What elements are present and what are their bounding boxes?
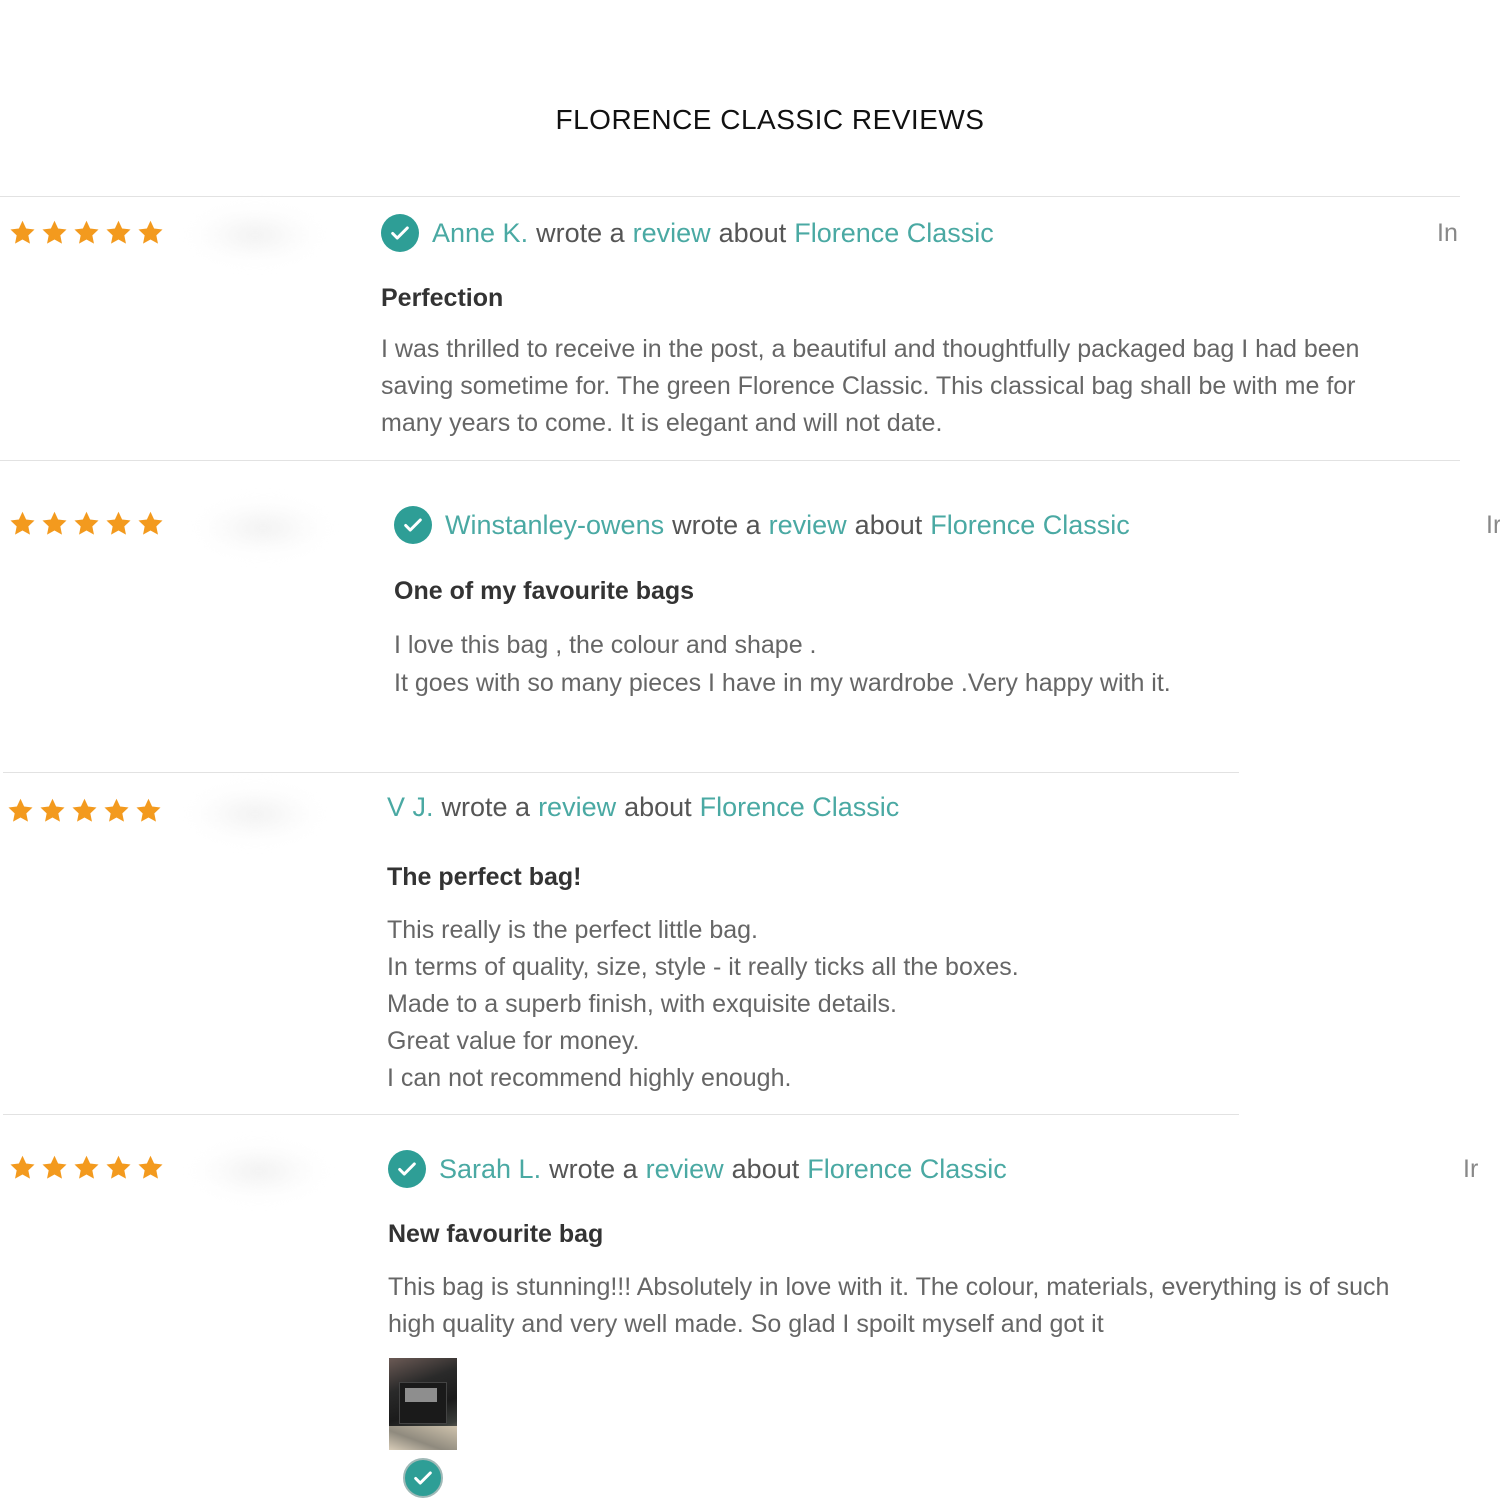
star-icon [138, 220, 163, 244]
review-body-line: saving sometime for. The green Florence … [381, 372, 1356, 400]
review-body-line: I love this bag , the colour and shape . [394, 631, 817, 659]
review-body-line: many years to come. It is elegant and wi… [381, 409, 943, 437]
star-icon [104, 798, 129, 822]
review-title: Perfection [381, 284, 504, 312]
page-title: FLORENCE CLASSIC REVIEWS [555, 104, 985, 135]
review-body: This really is the perfect little bag. I… [387, 912, 1019, 1097]
star-icon [10, 220, 35, 244]
review-body: I was thrilled to receive in the post, a… [381, 331, 1359, 442]
author-link[interactable]: Sarah L. [439, 1154, 541, 1185]
star-rating [8, 219, 165, 247]
star-icon [42, 220, 67, 244]
review-body-line: This bag is stunning!!! Absolutely in lo… [388, 1273, 1390, 1301]
star-icon [106, 511, 131, 535]
review-body-line: Made to a superb finish, with exquisite … [387, 990, 897, 1018]
star-icon [138, 1155, 163, 1179]
review-body-line: This really is the perfect little bag. [387, 916, 758, 944]
star-icon [106, 1155, 131, 1179]
review-header: V J. wrote a review about Florence Class… [387, 792, 899, 823]
star-icon [74, 1155, 99, 1179]
author-link[interactable]: V J. [387, 792, 434, 823]
about-text: about [624, 792, 692, 822]
star-icon [8, 798, 33, 822]
about-text: about [718, 217, 787, 248]
star-icon [74, 511, 99, 535]
product-link[interactable]: Florence Classic [700, 792, 900, 823]
review-body-line: I was thrilled to receive in the post, a… [381, 335, 1360, 363]
review-body-line: high quality and very well made. So glad… [388, 1310, 1104, 1338]
review-link[interactable]: review [538, 792, 616, 823]
verified-check-icon [381, 214, 419, 252]
blurred-avatar [194, 1143, 324, 1199]
product-link[interactable]: Florence Classic [930, 510, 1130, 541]
about-text: about [731, 1153, 800, 1184]
blurred-avatar [190, 207, 320, 263]
product-link[interactable]: Florence Classic [794, 218, 994, 249]
product-link[interactable]: Florence Classic [807, 1154, 1007, 1185]
review-title: New favourite bag [388, 1220, 604, 1248]
review-body-line: I can not recommend highly enough. [387, 1064, 792, 1092]
verified-check-icon [394, 506, 432, 544]
star-icon [138, 511, 163, 535]
review-title: The perfect bag! [387, 863, 582, 891]
star-icon [74, 220, 99, 244]
review-link[interactable]: review [769, 510, 847, 541]
photo-verified-check-icon [403, 1458, 443, 1498]
star-icon [42, 511, 67, 535]
review-body-line: It goes with so many pieces I have in my… [394, 669, 1171, 697]
review-body: I love this bag , the colour and shape .… [394, 626, 1171, 702]
star-rating [8, 510, 165, 538]
review-title: One of my favourite bags [394, 577, 695, 605]
author-link[interactable]: Winstanley-owens [445, 510, 664, 541]
blurred-avatar [198, 500, 328, 556]
star-icon [10, 1155, 35, 1179]
review-header: Sarah L. wrote a review about Florence C… [388, 1150, 1007, 1188]
truncated-edge-text: Ir [1463, 1155, 1479, 1183]
star-icon [72, 798, 97, 822]
star-icon [106, 220, 131, 244]
truncated-edge-text: In [1437, 219, 1458, 247]
review-link[interactable]: review [633, 218, 711, 249]
review-body-line: Great value for money. [387, 1027, 640, 1055]
review-header: Anne K. wrote a review about Florence Cl… [381, 214, 994, 252]
review-body-line: In terms of quality, size, style - it re… [387, 953, 1019, 981]
star-icon [42, 1155, 67, 1179]
wrote-a-text: wrote a [441, 792, 531, 822]
verified-check-icon [388, 1150, 426, 1188]
divider [0, 460, 1460, 461]
star-rating [6, 797, 163, 825]
wrote-a-text: wrote a [549, 1153, 638, 1184]
star-icon [10, 511, 35, 535]
author-link[interactable]: Anne K. [432, 218, 528, 249]
review-photo-thumbnail[interactable] [389, 1358, 457, 1450]
review-body: This bag is stunning!!! Absolutely in lo… [388, 1269, 1389, 1343]
review-header: Winstanley-owens wrote a review about Fl… [394, 506, 1130, 544]
truncated-edge-text: Ir [1486, 511, 1500, 539]
star-icon [136, 798, 161, 822]
star-icon [40, 798, 65, 822]
divider-top [0, 196, 1460, 197]
divider [3, 772, 1239, 773]
about-text: about [854, 509, 923, 540]
star-rating [8, 1154, 165, 1182]
divider [3, 1114, 1239, 1115]
blurred-avatar [190, 786, 320, 842]
wrote-a-text: wrote a [672, 509, 761, 540]
review-link[interactable]: review [646, 1154, 724, 1185]
wrote-a-text: wrote a [536, 217, 625, 248]
